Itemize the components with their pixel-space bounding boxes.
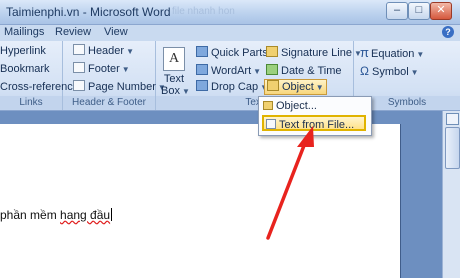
chevron-down-icon: ▼ [410, 68, 419, 77]
page-number-icon [73, 80, 85, 91]
text-box-button[interactable]: A Text Box ▼ [161, 47, 190, 98]
signature-line-button[interactable]: Signature Line ▼ [266, 46, 362, 61]
minimize-button[interactable]: – [386, 2, 408, 20]
hyperlink-button[interactable]: Hyperlink [0, 44, 46, 58]
bookmark-button[interactable]: Bookmark [0, 62, 50, 76]
chevron-down-icon: ▼ [416, 50, 425, 59]
omega-icon: Ω [360, 64, 369, 78]
object-icon [267, 80, 279, 91]
drop-cap-button[interactable]: Drop Cap▼ [196, 80, 268, 95]
text-caret [111, 208, 113, 221]
text-box-icon: A [163, 47, 185, 71]
equation-button[interactable]: π Equation ▼ [360, 46, 424, 62]
header-button[interactable]: Header ▼ [73, 44, 134, 59]
header-icon [73, 44, 85, 55]
ribbon: Hyperlink Bookmark Cross-reference Links… [0, 41, 460, 111]
page-number-button[interactable]: Page Number ▼ [73, 80, 166, 95]
drop-cap-icon [196, 80, 208, 91]
signature-line-icon [266, 46, 278, 57]
document-page[interactable]: phần mềm hang đầu [0, 124, 401, 278]
menu-item-text-from-file[interactable]: Text from File... [262, 115, 366, 131]
wordart-button[interactable]: WordArt ▼ [196, 64, 261, 79]
object-button[interactable]: Object ▼ [264, 79, 327, 95]
maximize-button[interactable]: □ [408, 2, 430, 20]
wordart-icon [196, 64, 208, 75]
symbol-button[interactable]: Ω Symbol ▼ [360, 64, 419, 80]
document-text[interactable]: phần mềm hang đầu [0, 208, 113, 222]
chevron-down-icon: ▼ [126, 47, 134, 56]
quick-parts-icon [196, 46, 208, 57]
menu-item-object[interactable]: Object... [263, 99, 317, 113]
pi-icon: π [360, 45, 369, 60]
document-area: phần mềm hang đầu [0, 111, 460, 278]
header-footer-group: Header ▼ Footer ▼ Page Number ▼ Header & Fo… [63, 41, 166, 110]
help-icon[interactable]: ? [442, 26, 454, 38]
date-time-button[interactable]: Date & Time [266, 64, 342, 78]
chevron-down-icon: ▼ [181, 87, 190, 96]
blurred-title-text: file nhanh hon [172, 6, 235, 17]
close-button[interactable]: ✕ [430, 2, 452, 20]
chevron-down-icon: ▼ [253, 67, 262, 76]
vertical-scrollbar[interactable] [442, 111, 460, 278]
ribbon-tabs: Mailings Review View ? [0, 25, 460, 41]
text-file-icon [266, 119, 276, 129]
object-icon [263, 101, 273, 110]
title-bar: Taimienphi.vn - Microsoft Word file nhan… [0, 0, 460, 25]
footer-button[interactable]: Footer ▼ [73, 62, 130, 77]
scroll-thumb[interactable] [445, 127, 460, 169]
chevron-down-icon: ▼ [315, 83, 324, 92]
misspelled-text: hang đầu [60, 208, 111, 222]
object-dropdown-menu: Object... Text from File... [258, 96, 372, 136]
window-title: Taimienphi.vn - Microsoft Word [6, 5, 171, 19]
tab-view[interactable]: View [104, 26, 128, 38]
tab-mailings[interactable]: Mailings [4, 26, 44, 38]
chevron-down-icon: ▼ [121, 65, 130, 74]
links-group: Hyperlink Bookmark Cross-reference Links [0, 41, 79, 110]
links-group-label: Links [0, 96, 62, 109]
header-footer-group-label: Header & Footer [63, 96, 155, 109]
view-ruler-icon[interactable] [446, 113, 459, 125]
calendar-icon [266, 64, 278, 75]
footer-icon [73, 62, 85, 73]
tab-review[interactable]: Review [55, 26, 91, 38]
